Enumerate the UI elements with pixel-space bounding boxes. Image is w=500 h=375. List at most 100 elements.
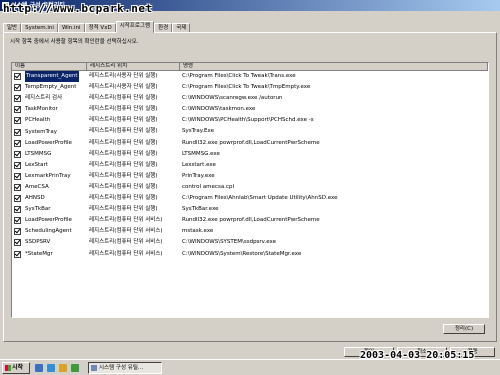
list-item[interactable]: LTSMMSG 레지스트리(컴퓨터 단위 실행) LTSMMSG.exe — [12, 149, 488, 160]
outlook-icon[interactable] — [59, 364, 67, 372]
desktop-icon[interactable] — [35, 364, 43, 372]
startup-checkbox[interactable] — [14, 95, 21, 103]
startup-checkbox[interactable] — [14, 139, 21, 147]
item-name: SystemTray — [25, 128, 57, 135]
item-name-cell: SysTkBar — [12, 204, 87, 215]
item-location: 레지스트리(컴퓨터 단위 실행) — [89, 206, 158, 213]
item-location: 레지스트리(컴퓨터 단위 실행) — [89, 150, 158, 157]
startup-checkbox[interactable] — [14, 161, 21, 169]
item-location: 레지스트리(컴퓨터 단위 실행) — [89, 117, 158, 124]
taskbar: 시작 시스템 구성 유틸... — [0, 359, 500, 375]
startup-list[interactable]: 이름 레지스트리 위치 명령 Transparent_Agent 레지스트리(사용… — [11, 62, 489, 318]
list-item[interactable]: SchedulingAgent 레지스트리(컴퓨터 단위 서비스) mstask.e… — [12, 226, 488, 237]
list-item[interactable]: LoadPowerProfile 레지스트리(컴퓨터 단위 실행) Rundll32… — [12, 138, 488, 149]
item-name: AmeCSA — [25, 183, 49, 190]
item-name-cell: LoadPowerProfile — [12, 138, 87, 149]
list-item[interactable]: SSDPSRV 레지스트리(컴퓨터 단위 서비스) C:\WINDOWS\SYSTE… — [12, 237, 488, 248]
item-location: 레지스트리(컴퓨터 단위 실행) — [89, 161, 158, 168]
list-item[interactable]: LexStart 레지스트리(컴퓨터 단위 실행) Lexstart.exe — [12, 160, 488, 171]
cleanup-button[interactable]: 정리(C) — [443, 324, 485, 334]
list-item[interactable]: 레지스트리 검사 레지스트리(컴퓨터 단위 실행) C:\WINDOWS\scanr… — [12, 93, 488, 104]
item-name: LoadPowerProfile — [25, 139, 72, 146]
msconfig-icon — [91, 365, 97, 371]
startup-checkbox[interactable] — [14, 73, 21, 81]
list-item[interactable]: Transparent_Agent 레지스트리(사용자 단위 실행) C:\Prog… — [12, 71, 488, 83]
taskbar-item-msconfig[interactable]: 시스템 구성 유틸... — [88, 362, 162, 374]
startup-checkbox[interactable] — [14, 84, 21, 92]
item-command: SysTray.Exe — [182, 128, 214, 135]
item-name: LoadPowerProfile — [25, 217, 72, 224]
item-name: LTSMMSG — [25, 150, 52, 157]
list-item[interactable]: LexmarkPrinTray 레지스트리(컴퓨터 단위 실행) PrinTray.… — [12, 171, 488, 182]
item-command: C:\WINDOWS\System\Restore\StateMgr.exe — [182, 250, 302, 257]
item-location: 레지스트리(컴퓨터 단위 실행) — [89, 195, 158, 202]
column-header-location[interactable]: 레지스트리 위치 — [87, 63, 180, 70]
item-location: 레지스트리(컴퓨터 단위 실행) — [89, 172, 158, 179]
item-name-cell: TaskMonitor — [12, 104, 87, 115]
startup-checkbox[interactable] — [14, 117, 21, 125]
windows-logo-icon — [5, 365, 11, 371]
item-name: Transparent_Agent — [25, 71, 79, 83]
item-name-cell: LTSMMSG — [12, 149, 87, 160]
item-name: 레지스트리 검사 — [25, 95, 63, 102]
item-command: mstask.exe — [182, 228, 214, 235]
item-name: SchedulingAgent — [25, 228, 72, 235]
ie-icon[interactable] — [47, 364, 55, 372]
item-command: C:\WINDOWS\scanregw.exe /autorun — [182, 95, 283, 102]
list-header: 이름 레지스트리 위치 명령 — [12, 63, 488, 71]
item-name: TempEmpty_Agent — [25, 84, 77, 91]
timestamp-overlay: 2003-04-03 20:05:15 — [360, 350, 475, 361]
item-command: Rundll32.exe powrprof.dll,LoadCurrentPwr… — [182, 217, 320, 224]
item-name-cell: LoadPowerProfile — [12, 215, 87, 226]
startup-checkbox[interactable] — [14, 217, 21, 225]
item-name-cell: Transparent_Agent — [12, 71, 87, 83]
item-command: C:\Program Files\Ahnlab\Smart Update Uti… — [182, 195, 338, 202]
item-command: C:\WINDOWS\SYSTEM\ssdpsrv.exe — [182, 239, 277, 246]
startup-checkbox[interactable] — [14, 250, 21, 258]
startup-checkbox[interactable] — [14, 228, 21, 236]
column-header-command[interactable]: 명령 — [180, 63, 488, 70]
watermark: http://www.bcpark.net — [3, 2, 153, 15]
start-button[interactable]: 시작 — [2, 362, 30, 374]
list-item[interactable]: AHNSD 레지스트리(컴퓨터 단위 실행) C:\Program Files\Ah… — [12, 193, 488, 204]
item-location: 레지스트리(사용자 단위 실행) — [89, 84, 158, 91]
item-location: 레지스트리(컴퓨터 단위 실행) — [89, 95, 158, 102]
item-location: 레지스트리(사용자 단위 실행) — [89, 73, 158, 79]
channel-icon[interactable] — [71, 364, 79, 372]
startup-checkbox[interactable] — [14, 128, 21, 136]
list-item[interactable]: AmeCSA 레지스트리(컴퓨터 단위 실행) control amecsa.cpl — [12, 182, 488, 193]
list-item[interactable]: SysTkBar 레지스트리(컴퓨터 단위 실행) SysTkBar.exe — [12, 204, 488, 215]
item-location: 레지스트리(컴퓨터 단위 실행) — [89, 183, 158, 190]
item-name-cell: 레지스트리 검사 — [12, 93, 87, 104]
startup-checkbox[interactable] — [14, 150, 21, 158]
list-item[interactable]: *StateMgr 레지스트리(컴퓨터 단위 서비스) C:\WINDOWS\Sys… — [12, 249, 488, 260]
startup-checkbox[interactable] — [14, 206, 21, 214]
item-name: LexmarkPrinTray — [25, 172, 71, 179]
item-command: Rundll32.exe powrprof.dll,LoadCurrentPwr… — [182, 139, 320, 146]
list-item[interactable]: TaskMonitor 레지스트리(컴퓨터 단위 실행) C:\WINDOWS\ta… — [12, 104, 488, 115]
list-item[interactable]: PCHealth 레지스트리(컴퓨터 단위 실행) C:\WINDOWS\PCHea… — [12, 115, 488, 126]
instruction-text: 시작 항목 중에서 사용할 항목의 확인란을 선택하십시오. — [10, 39, 139, 45]
tab-4[interactable]: 시작프로그램 — [115, 21, 155, 33]
list-item[interactable]: TempEmpty_Agent 레지스트리(사용자 단위 실행) C:\Progra… — [12, 82, 488, 93]
column-header-name[interactable]: 이름 — [12, 63, 87, 70]
item-command: C:\WINDOWS\taskmon.exe — [182, 106, 256, 113]
item-command: control amecsa.cpl — [182, 183, 234, 190]
item-location: 레지스트리(컴퓨터 단위 실행) — [89, 139, 158, 146]
item-name-cell: LexmarkPrinTray — [12, 171, 87, 182]
item-command: PrinTray.exe — [182, 172, 215, 179]
startup-checkbox[interactable] — [14, 239, 21, 247]
startup-checkbox[interactable] — [14, 195, 21, 203]
item-name-cell: SSDPSRV — [12, 237, 87, 248]
item-command: SysTkBar.exe — [182, 206, 219, 213]
startup-checkbox[interactable] — [14, 183, 21, 191]
item-name-cell: LexStart — [12, 160, 87, 171]
item-name: SysTkBar — [25, 206, 51, 213]
item-name: TaskMonitor — [25, 106, 58, 113]
item-command: C:\Program Files\Click To Tweak\Trans.ex… — [182, 73, 296, 79]
list-item[interactable]: LoadPowerProfile 레지스트리(컴퓨터 단위 서비스) Rundll3… — [12, 215, 488, 226]
startup-checkbox[interactable] — [14, 172, 21, 180]
item-name-cell: SchedulingAgent — [12, 226, 87, 237]
startup-checkbox[interactable] — [14, 106, 21, 114]
list-item[interactable]: SystemTray 레지스트리(컴퓨터 단위 실행) SysTray.Exe — [12, 126, 488, 137]
